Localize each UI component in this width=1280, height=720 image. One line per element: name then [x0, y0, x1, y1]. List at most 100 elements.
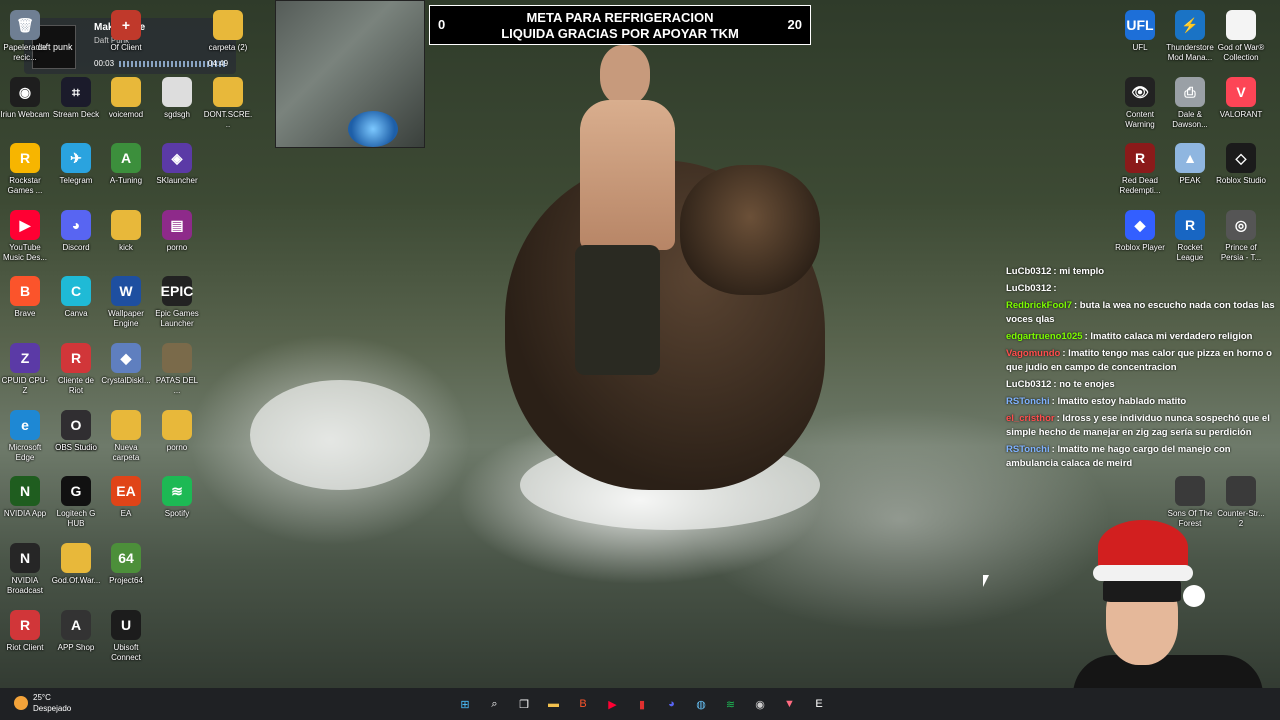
desktop-icon[interactable]: God of War® Collection	[1216, 10, 1266, 63]
desktop-icon[interactable]: R Cliente de Riot	[51, 343, 101, 396]
desktop-icon-label: Ubisoft Connect	[111, 643, 141, 662]
file-icon	[162, 77, 192, 107]
desktop-icon[interactable]: God.Of.War...	[51, 543, 101, 586]
discord-icon: ◕	[61, 210, 91, 240]
desktop-icon[interactable]: ◎ Prince of Persia - T...	[1216, 210, 1266, 263]
desktop-icon[interactable]: ◕ Discord	[51, 210, 101, 253]
kick-folder-icon	[111, 210, 141, 240]
desktop-icon[interactable]: R Red Dead Redempti...	[1115, 143, 1165, 196]
chat-message: LuCb0312:	[1006, 282, 1276, 296]
chat-username[interactable]: el_cristhor	[1006, 413, 1055, 424]
desktop-icon[interactable]: N NVIDIA App	[0, 476, 50, 519]
chat-username[interactable]: LuCb0312	[1006, 266, 1051, 277]
youtube-music-taskbar-button[interactable]: ▶	[603, 694, 623, 714]
desktop-icon[interactable]: ◉ Iriun Webcam	[0, 77, 50, 120]
desktop-icon-label: PEAK	[1179, 176, 1201, 185]
desktop-icon[interactable]: A APP Shop	[51, 610, 101, 653]
desktop-icon[interactable]: ⚡ Thunderstore Mod Mana...	[1165, 10, 1215, 63]
santa-hat-rim	[1093, 565, 1193, 581]
desktop-icon[interactable]: ▤ porno	[152, 210, 202, 253]
desktop-icon[interactable]: ◆ CrystalDiskI...	[101, 343, 151, 386]
desktop-icon[interactable]: carpeta (2)	[203, 10, 253, 53]
desktop-icon[interactable]: voicemod	[101, 77, 151, 120]
thunderstore-icon: ⚡	[1175, 10, 1205, 40]
desktop-icon-label: APP Shop	[57, 643, 95, 652]
desktop-icon[interactable]: Z CPUID CPU-Z	[0, 343, 50, 396]
rider-legs	[575, 245, 660, 375]
desktop-icon[interactable]: ✈ Telegram	[51, 143, 101, 186]
desktop-icon[interactable]: R Rockstar Games ...	[0, 143, 50, 196]
chat-text: : lmatito calaca mi verdadero religion	[1084, 331, 1253, 342]
desktop-icon[interactable]: 🗑 Papelera de recic...	[0, 10, 50, 63]
desktop-icon[interactable]: ◈ SKlauncher	[152, 143, 202, 186]
chat-username[interactable]: RSTonchi	[1006, 444, 1050, 455]
desktop-icon[interactable]: ≋ Spotify	[152, 476, 202, 519]
desktop-icon[interactable]: G Logitech G HUB	[51, 476, 101, 529]
file-explorer-button[interactable]: ▬	[544, 694, 564, 714]
document-icon	[1226, 10, 1256, 40]
desktop-icon[interactable]: e Microsoft Edge	[0, 410, 50, 463]
spotify-taskbar-button[interactable]: ≋	[721, 694, 741, 714]
desktop-icon[interactable]: R Rocket League	[1165, 210, 1215, 263]
desktop-icon[interactable]: ▲ PEAK	[1165, 143, 1215, 186]
chat-username[interactable]: edgartrueno1025	[1006, 331, 1083, 342]
chat-username[interactable]: LuCb0312	[1006, 379, 1051, 390]
goal-widget: 0 META PARA REFRIGERACION LIQUIDA GRACIA…	[429, 5, 811, 45]
steam-taskbar-button[interactable]: ◍	[691, 694, 711, 714]
desktop-icon[interactable]: C Canva	[51, 276, 101, 319]
desktop-icon[interactable]: O OBS Studio	[51, 410, 101, 453]
desktop-icon[interactable]: ⌗ Stream Deck	[51, 77, 101, 120]
app-taskbar-button[interactable]: ▮	[632, 694, 652, 714]
desktop-icon[interactable]: 👁 Content Warning	[1115, 77, 1165, 130]
desktop-icon[interactable]: B Brave	[0, 276, 50, 319]
desktop-icon[interactable]: ◇ Roblox Studio	[1216, 143, 1266, 186]
desktop-icon[interactable]: Nueva carpeta	[101, 410, 151, 463]
desktop-icon[interactable]: W Wallpaper Engine	[101, 276, 151, 329]
desktop-icon[interactable]: + Of Client	[101, 10, 151, 53]
discord-taskbar-button[interactable]: ◕	[662, 694, 682, 714]
desktop-icon[interactable]: V VALORANT	[1216, 77, 1266, 120]
desktop-icon[interactable]: PATAS DEL ...	[152, 343, 202, 396]
search-button[interactable]: ⌕	[485, 694, 505, 714]
desktop-icon[interactable]: U Ubisoft Connect	[101, 610, 151, 663]
start-button[interactable]: ⊞	[455, 694, 475, 714]
obs-taskbar-button[interactable]: ◉	[750, 694, 770, 714]
desktop-icon-label: Wallpaper Engine	[108, 309, 144, 328]
prince-persia-icon: ◎	[1226, 210, 1256, 240]
nvidia-broadcast-icon: N	[10, 543, 40, 573]
desktop-icon[interactable]: kick	[101, 210, 151, 253]
content-warning-icon: 👁	[1125, 77, 1155, 107]
brave-taskbar-button[interactable]: B	[573, 694, 593, 714]
desktop-icon[interactable]: porno	[152, 410, 202, 453]
desktop-icon[interactable]: ▶ YouTube Music Des...	[0, 210, 50, 263]
chat-username[interactable]: RSTonchi	[1006, 396, 1050, 407]
santa-hat-pom	[1183, 585, 1205, 607]
desktop-icon[interactable]: EA EA	[101, 476, 151, 519]
chat-username[interactable]: Vagomundo	[1006, 348, 1060, 359]
goal-target: 20	[787, 17, 802, 32]
chat-text: : lmatito estoy hablado matito	[1051, 396, 1187, 407]
desktop-icon[interactable]: sgdsgh	[152, 77, 202, 120]
desktop-icon[interactable]: ◆ Roblox Player	[1115, 210, 1165, 253]
stream-deck-icon: ⌗	[61, 77, 91, 107]
weather-icon	[14, 696, 28, 710]
desktop-icon[interactable]: 64 Project64	[101, 543, 151, 586]
desktop-icon[interactable]: R Riot Client	[0, 610, 50, 653]
desktop-icon[interactable]: ⎙ Dale & Dawson...	[1165, 77, 1215, 130]
chat-text: : no te enojes	[1053, 379, 1115, 390]
desktop-icon[interactable]: A A-Tuning	[101, 143, 151, 186]
logitech-icon: G	[61, 476, 91, 506]
desktop-icon[interactable]: UFL UFL	[1115, 10, 1165, 53]
desktop-icon-label: NVIDIA Broadcast	[6, 576, 44, 595]
game-taskbar-button[interactable]: ▼	[780, 694, 800, 714]
chat-username[interactable]: RedbrickFool7	[1006, 300, 1072, 311]
desktop-icon[interactable]: N NVIDIA Broadcast	[0, 543, 50, 596]
desktop-icon-label: Rocket League	[1176, 243, 1204, 262]
chat-username[interactable]: LuCb0312	[1006, 283, 1051, 294]
desktop-icon[interactable]: EPIC Epic Games Launcher	[152, 276, 202, 329]
epic-taskbar-button[interactable]: E	[809, 694, 829, 714]
desktop-icon[interactable]: DONT.SCRE...	[203, 77, 253, 130]
bear-head	[680, 165, 820, 295]
task-view-button[interactable]: ❐	[514, 694, 534, 714]
water-splash	[250, 380, 430, 490]
